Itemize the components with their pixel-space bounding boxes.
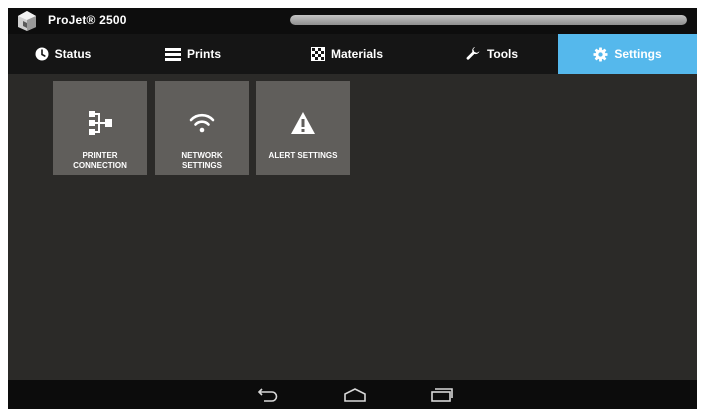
back-icon bbox=[257, 388, 278, 402]
android-nav-bar bbox=[8, 380, 697, 409]
home-button[interactable] bbox=[341, 386, 369, 404]
tablet-screen: ProJet® 2500 Status Prints Materials Too… bbox=[8, 8, 697, 409]
wifi-icon bbox=[189, 113, 215, 133]
settings-panel: PRINTER CONNECTION NETWORK SETTINGS ALER… bbox=[8, 74, 697, 380]
tab-settings[interactable]: Settings bbox=[558, 34, 697, 74]
progress-bar bbox=[290, 15, 687, 25]
checkerboard-icon bbox=[310, 47, 325, 61]
warning-icon bbox=[291, 112, 315, 134]
back-button[interactable] bbox=[253, 386, 281, 404]
printer-connection-tile[interactable]: PRINTER CONNECTION bbox=[53, 81, 147, 175]
alert-settings-label: ALERT SETTINGS bbox=[268, 151, 338, 160]
list-icon bbox=[164, 47, 181, 61]
network-settings-tile[interactable]: NETWORK SETTINGS bbox=[155, 81, 249, 175]
tab-prints-label: Prints bbox=[186, 47, 221, 61]
title-bar: ProJet® 2500 bbox=[8, 8, 697, 34]
tab-prints[interactable]: Prints bbox=[118, 34, 268, 74]
clock-icon bbox=[35, 47, 49, 61]
app-title: ProJet® 2500 bbox=[48, 13, 127, 27]
home-icon bbox=[344, 388, 366, 402]
recents-icon bbox=[431, 388, 453, 402]
tab-materials-label: Materials bbox=[330, 47, 384, 61]
printer-connection-label: PRINTER CONNECTION bbox=[73, 151, 127, 170]
recents-button[interactable] bbox=[428, 386, 456, 404]
tab-tools[interactable]: Tools bbox=[426, 34, 558, 74]
gear-icon bbox=[593, 46, 608, 62]
network-settings-label: NETWORK SETTINGS bbox=[181, 151, 223, 170]
tab-settings-label: Settings bbox=[614, 47, 662, 61]
tab-bar: Status Prints Materials Tools Settings bbox=[8, 34, 697, 74]
tab-tools-label: Tools bbox=[486, 47, 519, 61]
tab-status[interactable]: Status bbox=[8, 34, 118, 74]
tab-status-label: Status bbox=[54, 47, 92, 61]
connection-icon bbox=[89, 111, 112, 135]
projet-logo-icon bbox=[18, 11, 36, 31]
tab-materials[interactable]: Materials bbox=[268, 34, 426, 74]
wrench-icon bbox=[466, 46, 480, 60]
alert-settings-tile[interactable]: ALERT SETTINGS bbox=[256, 81, 350, 175]
progress-fill bbox=[290, 15, 687, 25]
